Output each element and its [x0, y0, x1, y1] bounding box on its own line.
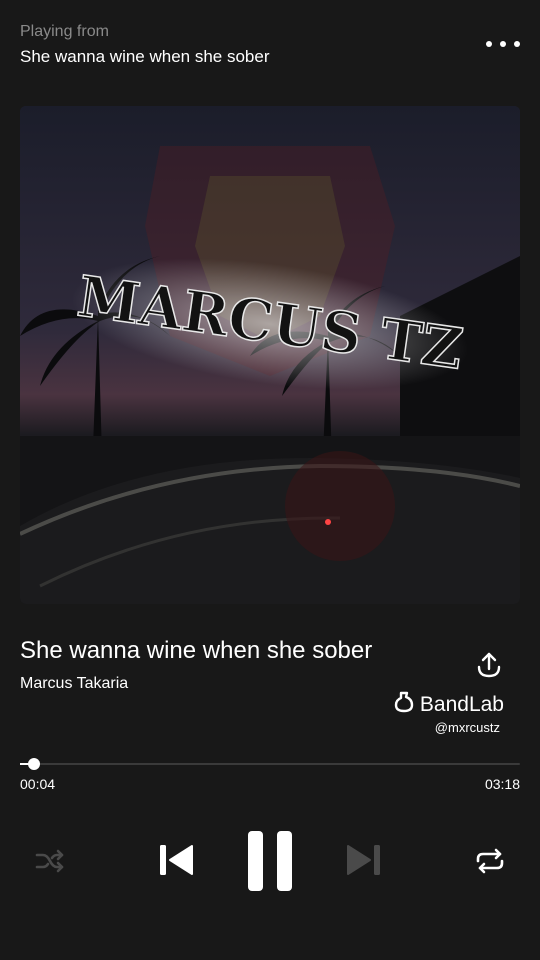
skip-previous-icon[interactable]	[158, 842, 196, 883]
progress-thumb[interactable]	[28, 758, 40, 770]
progress-track	[20, 763, 520, 765]
share-icon[interactable]	[474, 650, 504, 680]
more-dot	[500, 41, 506, 47]
bandlab-name: BandLab	[419, 692, 504, 716]
more-options-icon[interactable]	[486, 32, 520, 56]
bandlab-logo-icon	[392, 690, 416, 719]
shuffle-icon[interactable]	[34, 846, 66, 881]
track-artist[interactable]: Marcus Takaria	[20, 674, 128, 694]
track-title: She wanna wine when she sober	[20, 637, 373, 664]
repeat-icon[interactable]	[474, 846, 506, 881]
time-total: 03:18	[484, 776, 520, 792]
bandlab-handle: @mxrcustz	[434, 720, 500, 735]
playback-controls	[0, 826, 540, 896]
more-dot	[486, 41, 492, 47]
progress-bar[interactable]	[20, 758, 520, 770]
playing-from-label: Playing from	[20, 23, 109, 40]
more-dot	[514, 41, 520, 47]
player-screen: Playing from She wanna wine when she sob…	[0, 0, 540, 960]
pause-icon[interactable]	[246, 830, 294, 897]
time-elapsed: 00:04	[20, 776, 56, 792]
bandlab-brand: BandLab	[392, 690, 504, 719]
bandlab-watermark: BandLab @mxrcustz	[392, 690, 504, 735]
artwork-scene: MARCUS TZ	[20, 106, 520, 604]
now-playing-header: Playing from She wanna wine when she sob…	[20, 22, 520, 72]
album-artwork: MARCUS TZ	[20, 106, 520, 604]
skip-next-icon[interactable]	[344, 842, 382, 883]
playing-from-source[interactable]: She wanna wine when she sober	[20, 46, 520, 68]
